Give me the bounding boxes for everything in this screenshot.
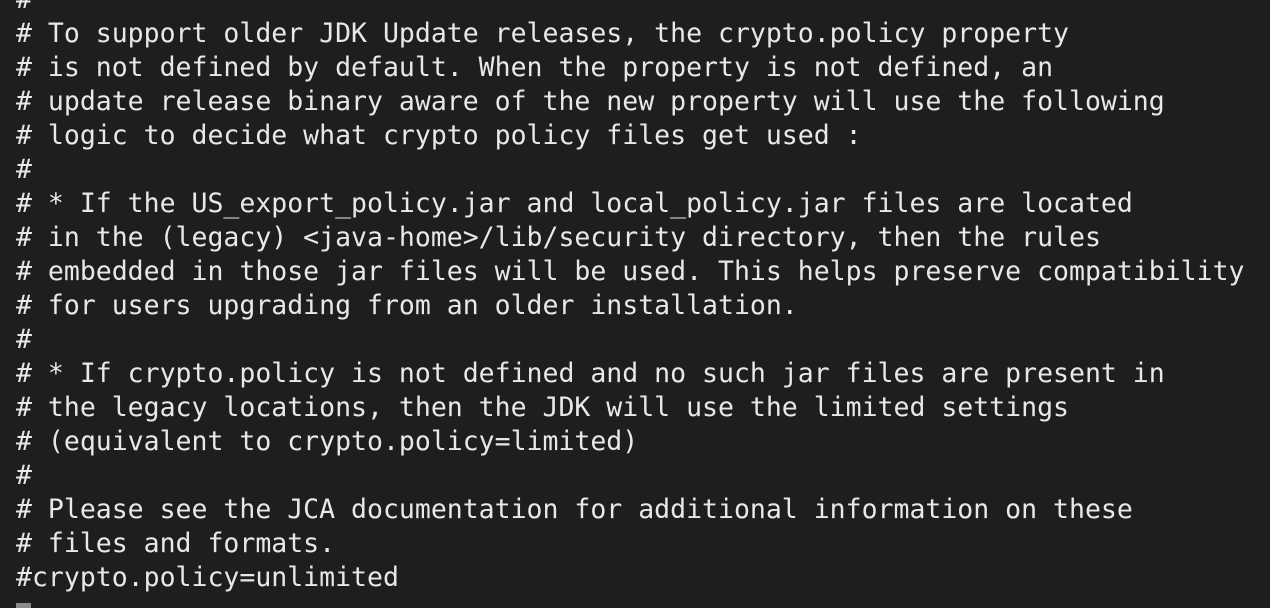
text-line: # for users upgrading from an older inst…: [16, 290, 798, 321]
text-line: # (equivalent to crypto.policy=limited): [16, 426, 639, 457]
text-line: # the legacy locations, then the JDK wil…: [16, 392, 1069, 423]
active-config-line: #crypto.policy=unlimited: [16, 562, 399, 593]
file-content: # # To support older JDK Update releases…: [16, 0, 1245, 595]
text-line: # is not defined by default. When the pr…: [16, 52, 1054, 83]
text-line: #: [16, 324, 32, 355]
text-line: # logic to decide what crypto policy fil…: [16, 120, 862, 151]
text-line: # files and formats.: [16, 528, 336, 559]
text-line: #: [16, 0, 1245, 17]
terminal-window[interactable]: # # To support older JDK Update releases…: [0, 0, 1270, 608]
text-line: #: [16, 460, 32, 491]
text-cursor: [16, 603, 31, 608]
text-line: #: [16, 154, 32, 185]
text-line: # * If the US_export_policy.jar and loca…: [16, 188, 1133, 219]
text-line: # * If crypto.policy is not defined and …: [16, 358, 1165, 389]
text-line: # Please see the JCA documentation for a…: [16, 494, 1133, 525]
text-line: # in the (legacy) <java-home>/lib/securi…: [16, 222, 1101, 253]
text-line: # embedded in those jar files will be us…: [16, 256, 1245, 287]
text-line: # update release binary aware of the new…: [16, 86, 1165, 117]
text-line: # To support older JDK Update releases, …: [16, 18, 1069, 49]
